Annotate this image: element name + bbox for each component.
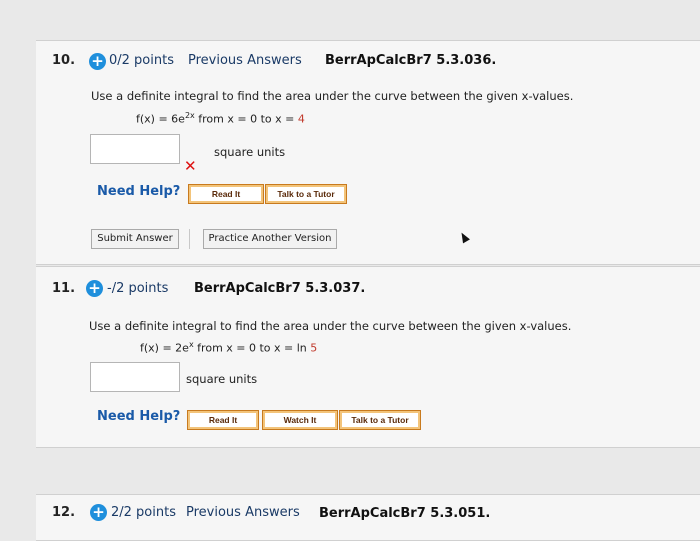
incorrect-x-icon: ✕ — [184, 157, 197, 175]
submit-answer-button[interactable]: Submit Answer — [91, 229, 179, 249]
question-10-panel: 10. + 0/2 points Previous Answers BerrAp… — [36, 40, 700, 265]
previous-answers-link[interactable]: Previous Answers — [188, 53, 302, 68]
question-number: 10. — [52, 53, 76, 68]
read-it-button[interactable]: Read It — [188, 184, 264, 204]
practice-another-version-button[interactable]: Practice Another Version — [203, 229, 337, 249]
plus-icon[interactable]: + — [90, 504, 107, 521]
function-expression: f(x) = 2ex from x = 0 to x = ln 5 — [140, 340, 318, 355]
answer-input[interactable] — [90, 134, 180, 164]
watch-it-button[interactable]: Watch It — [262, 410, 338, 430]
points-label[interactable]: -/2 points — [107, 281, 168, 296]
read-it-button[interactable]: Read It — [187, 410, 259, 430]
question-number: 12. — [52, 505, 76, 520]
question-11-panel: 11. + -/2 points BerrApCalcBr7 5.3.037. … — [36, 266, 700, 448]
question-12-panel: 12. + 2/2 points Previous Answers BerrAp… — [36, 494, 700, 541]
previous-answers-link[interactable]: Previous Answers — [186, 505, 300, 520]
units-label: square units — [214, 145, 286, 159]
talk-to-tutor-button[interactable]: Talk to a Tutor — [265, 184, 347, 204]
question-prompt: Use a definite integral to find the area… — [91, 89, 574, 103]
function-expression: f(x) = 6e2x from x = 0 to x = 4 — [136, 111, 305, 126]
plus-icon[interactable]: + — [89, 53, 106, 70]
question-reference: BerrApCalcBr7 5.3.037. — [194, 281, 366, 296]
divider — [189, 229, 190, 249]
units-label: square units — [186, 372, 258, 386]
points-label[interactable]: 0/2 points — [109, 53, 174, 68]
question-reference: BerrApCalcBr7 5.3.036. — [325, 53, 497, 68]
need-help-label: Need Help? — [97, 409, 181, 424]
question-number: 11. — [52, 281, 76, 296]
need-help-label: Need Help? — [97, 184, 181, 199]
plus-icon[interactable]: + — [86, 280, 103, 297]
talk-to-tutor-button[interactable]: Talk to a Tutor — [339, 410, 421, 430]
question-reference: BerrApCalcBr7 5.3.051. — [319, 506, 491, 521]
question-prompt: Use a definite integral to find the area… — [89, 319, 572, 333]
answer-input[interactable] — [90, 362, 180, 392]
points-label[interactable]: 2/2 points — [111, 505, 176, 520]
